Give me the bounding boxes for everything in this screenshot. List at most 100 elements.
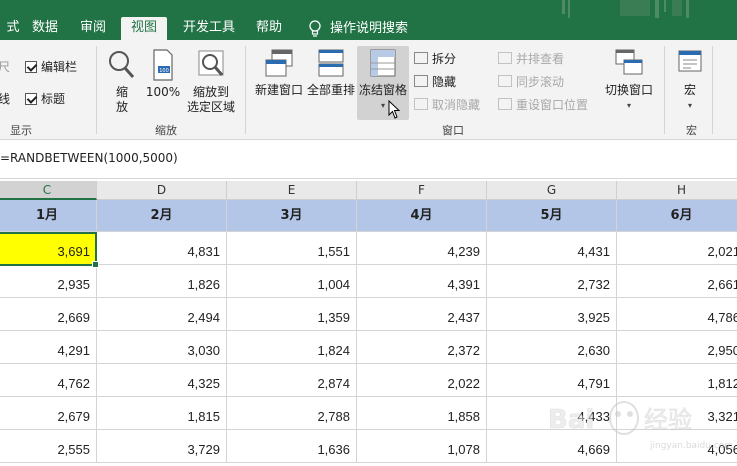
checkbox-checked-icon bbox=[25, 60, 37, 73]
split-icon bbox=[414, 52, 428, 64]
column-header-h[interactable]: H bbox=[617, 181, 737, 200]
split-button[interactable]: 拆分 bbox=[414, 48, 456, 68]
data-cell-e[interactable]: 1,551 bbox=[227, 232, 357, 265]
month-header-cell-g[interactable]: 5月 bbox=[487, 200, 617, 232]
column-header-g[interactable]: G bbox=[487, 181, 617, 200]
split-label: 拆分 bbox=[432, 51, 457, 66]
data-cell-c[interactable]: 2,555 bbox=[0, 430, 97, 463]
headings-checkbox[interactable]: 标题 bbox=[25, 90, 65, 107]
ruler-checkbox-partial[interactable]: 尺 bbox=[0, 58, 10, 75]
month-header-cell-c[interactable]: 1月 bbox=[0, 200, 97, 232]
zoom-label: 缩 放 bbox=[115, 85, 128, 114]
tell-me-search[interactable]: 操作说明搜索 bbox=[308, 17, 408, 40]
data-cell-g[interactable]: 3,925 bbox=[487, 298, 617, 331]
data-cell-f[interactable]: 1,078 bbox=[357, 430, 487, 463]
data-cell-f[interactable]: 2,437 bbox=[357, 298, 487, 331]
group-divider bbox=[245, 46, 246, 134]
zoom-button[interactable]: 缩 放 bbox=[102, 48, 142, 115]
sync-scroll-label: 同步滚动 bbox=[516, 74, 565, 89]
tab-developer[interactable]: 开发工具 bbox=[178, 17, 240, 40]
svg-text:jingyan.baidu.com: jingyan.baidu.com bbox=[649, 441, 733, 451]
tab-data[interactable]: 数据 bbox=[26, 17, 64, 40]
zoom-to-selection-button[interactable]: 缩放到 选定区域 bbox=[184, 48, 238, 115]
zoom-100-button[interactable]: 100 100% bbox=[144, 48, 182, 100]
group-label-window: 窗口 bbox=[442, 124, 464, 137]
data-cell-h[interactable]: 2,661 bbox=[617, 265, 737, 298]
data-cell-d[interactable]: 1,815 bbox=[97, 397, 227, 430]
view-side-by-side-button[interactable]: 并排查看 bbox=[498, 48, 564, 68]
month-header-cell-d[interactable]: 2月 bbox=[97, 200, 227, 232]
unhide-button[interactable]: 取消隐藏 bbox=[414, 94, 480, 114]
tab-help[interactable]: 帮助 bbox=[250, 17, 288, 40]
hide-icon bbox=[414, 75, 428, 87]
data-cell-g[interactable]: 4,431 bbox=[487, 232, 617, 265]
data-cell-f[interactable]: 2,372 bbox=[357, 331, 487, 364]
tab-review[interactable]: 审阅 bbox=[74, 17, 112, 40]
sync-scroll-button[interactable]: 同步滚动 bbox=[498, 71, 564, 91]
tell-me-label: 操作说明搜索 bbox=[330, 20, 409, 36]
macros-icon bbox=[678, 50, 702, 72]
data-cell-g[interactable]: 2,630 bbox=[487, 331, 617, 364]
month-header-cell-e[interactable]: 3月 bbox=[227, 200, 357, 232]
data-cell-h[interactable]: 4,786 bbox=[617, 298, 737, 331]
data-cell-c[interactable]: 4,762 bbox=[0, 364, 97, 397]
data-cell-f[interactable]: 4,239 bbox=[357, 232, 487, 265]
data-cell-c[interactable]: 3,691 bbox=[0, 232, 97, 265]
ribbon-tab-bar: 式 数据 审阅 视图 开发工具 帮助 操作说明搜索 bbox=[0, 0, 737, 40]
data-cell-f[interactable]: 2,022 bbox=[357, 364, 487, 397]
data-cell-h[interactable]: 2,950 bbox=[617, 331, 737, 364]
data-cell-c[interactable]: 2,679 bbox=[0, 397, 97, 430]
month-header-cell-f[interactable]: 4月 bbox=[357, 200, 487, 232]
macros-label: 宏 bbox=[683, 83, 696, 97]
data-cell-h[interactable]: 2,021 bbox=[617, 232, 737, 265]
data-cell-f[interactable]: 4,391 bbox=[357, 265, 487, 298]
data-cell-d[interactable]: 2,494 bbox=[97, 298, 227, 331]
column-header-c[interactable]: C bbox=[0, 181, 97, 200]
ribbon-view: 尺 线 编辑栏 标题 显示 缩 放 100 100% 缩放到 选定区域 缩放 新… bbox=[0, 40, 737, 140]
data-cell-e[interactable]: 1,636 bbox=[227, 430, 357, 463]
data-cell-g[interactable]: 2,732 bbox=[487, 265, 617, 298]
data-cell-e[interactable]: 1,004 bbox=[227, 265, 357, 298]
arrange-all-label: 全部重排 bbox=[306, 83, 355, 97]
gridlines-checkbox-partial[interactable]: 线 bbox=[0, 90, 10, 107]
switch-windows-icon bbox=[615, 49, 643, 75]
arrange-all-button[interactable]: 全部重排 bbox=[306, 48, 356, 98]
data-cell-e[interactable]: 1,824 bbox=[227, 331, 357, 364]
data-cell-d[interactable]: 4,325 bbox=[97, 364, 227, 397]
svg-text:100: 100 bbox=[159, 68, 169, 74]
data-cell-c[interactable]: 2,669 bbox=[0, 298, 97, 331]
freeze-panes-icon bbox=[370, 49, 396, 77]
data-cell-e[interactable]: 2,874 bbox=[227, 364, 357, 397]
svg-text:经验: 经验 bbox=[644, 406, 692, 434]
data-cell-e[interactable]: 2,788 bbox=[227, 397, 357, 430]
data-cell-d[interactable]: 3,030 bbox=[97, 331, 227, 364]
hide-label: 隐藏 bbox=[432, 74, 457, 89]
data-cell-c[interactable]: 2,935 bbox=[0, 265, 97, 298]
freeze-panes-label: 冻结窗格 bbox=[358, 83, 407, 97]
mouse-pointer-icon bbox=[388, 100, 401, 119]
new-window-icon bbox=[265, 49, 293, 77]
macros-button[interactable]: 宏 ▾ bbox=[672, 48, 708, 113]
reset-window-position-label: 重设窗口位置 bbox=[516, 97, 589, 112]
formula-bar-label: 编辑栏 bbox=[41, 60, 78, 74]
formula-bar-checkbox[interactable]: 编辑栏 bbox=[25, 58, 77, 75]
column-header-f[interactable]: F bbox=[357, 181, 487, 200]
hide-button[interactable]: 隐藏 bbox=[414, 71, 456, 91]
column-header-e[interactable]: E bbox=[227, 181, 357, 200]
data-cell-d[interactable]: 3,729 bbox=[97, 430, 227, 463]
reset-window-position-button[interactable]: 重设窗口位置 bbox=[498, 94, 588, 114]
column-header-d[interactable]: D bbox=[97, 181, 227, 200]
new-window-button[interactable]: 新建窗口 bbox=[252, 48, 306, 98]
formula-text[interactable]: =RANDBETWEEN(1000,5000) bbox=[0, 151, 178, 165]
tab-view[interactable]: 视图 bbox=[121, 17, 167, 40]
data-cell-c[interactable]: 4,291 bbox=[0, 331, 97, 364]
excel-window: 式 数据 审阅 视图 开发工具 帮助 操作说明搜索 尺 线 编辑栏 标题 显示 bbox=[0, 0, 737, 466]
switch-windows-button[interactable]: 切换窗口 ▾ bbox=[600, 48, 658, 113]
formula-bar[interactable]: =RANDBETWEEN(1000,5000) bbox=[0, 141, 737, 179]
tab-formulas[interactable]: 式 bbox=[0, 17, 26, 40]
data-cell-e[interactable]: 1,359 bbox=[227, 298, 357, 331]
month-header-cell-h[interactable]: 6月 bbox=[617, 200, 737, 232]
data-cell-d[interactable]: 1,826 bbox=[97, 265, 227, 298]
data-cell-f[interactable]: 1,858 bbox=[357, 397, 487, 430]
data-cell-d[interactable]: 4,831 bbox=[97, 232, 227, 265]
